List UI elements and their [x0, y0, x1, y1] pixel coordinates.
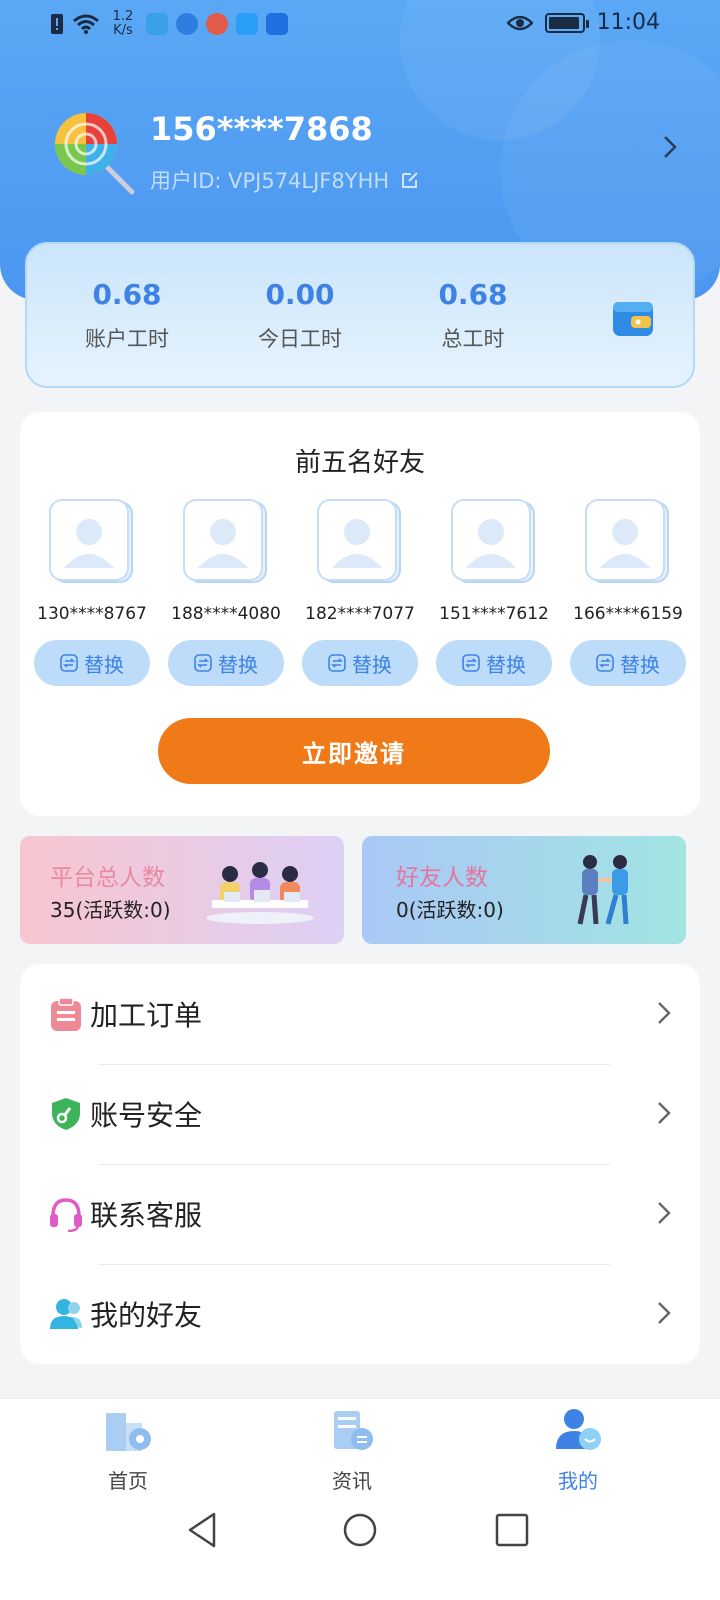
chevron-right-icon — [658, 1102, 671, 1124]
menu-label: 我的好友 — [90, 1299, 203, 1332]
stats-card: 0.68 账户工时 0.00 今日工时 0.68 总工时 — [25, 242, 695, 388]
news-icon — [334, 1411, 373, 1450]
wallet-icon[interactable] — [611, 298, 655, 338]
system-navigation-bar — [0, 1490, 720, 1600]
friends-count-title: 好友人数 — [396, 865, 488, 891]
book-app-icon — [146, 13, 168, 35]
chevron-right-icon — [658, 1202, 671, 1224]
back-icon[interactable] — [184, 1510, 224, 1550]
friends-count-card[interactable]: 好友人数 0(活跃数:0) — [362, 836, 686, 944]
radio-app-icon — [206, 13, 228, 35]
tab-mine[interactable]: 我的 — [518, 1405, 638, 1494]
menu-item-my-friends[interactable]: 我的好友 — [20, 1264, 700, 1364]
users-icon — [50, 1299, 82, 1329]
replace-button[interactable]: 替换 — [436, 640, 552, 686]
replace-button[interactable]: 替换 — [168, 640, 284, 686]
default-avatar-icon[interactable] — [450, 498, 538, 586]
menu-list: 加工订单 账号安全 联系客服 我的好友 — [20, 964, 700, 1364]
friend-slot: 130****8767 替换 — [24, 498, 160, 686]
stat-today-hours: 0.00 今日工时 — [258, 278, 342, 351]
friend-slot: 182****7077 替换 — [292, 498, 428, 686]
alert-icon — [51, 14, 63, 34]
section-title: 前五名好友 — [294, 448, 425, 478]
menu-label: 账号安全 — [90, 1099, 203, 1132]
stat-account-hours: 0.68 账户工时 — [85, 278, 169, 351]
replace-button[interactable]: 替换 — [570, 640, 686, 686]
bottom-nav: 首页 资讯 我的 — [0, 1398, 720, 1493]
friends-count-value: 0(活跃数:0) — [396, 898, 504, 922]
clock: 11:04 — [596, 10, 660, 35]
shield-icon — [52, 1098, 80, 1130]
replace-button[interactable]: 替换 — [302, 640, 418, 686]
handshake-illustration — [577, 855, 629, 925]
home-button-icon[interactable] — [340, 1510, 380, 1550]
menu-label: 联系客服 — [90, 1199, 203, 1232]
menu-label: 加工订单 — [90, 999, 203, 1032]
user-phone: 156****7868 — [150, 110, 373, 148]
stat-total-hours: 0.68 总工时 — [438, 278, 508, 351]
eye-icon — [506, 15, 533, 30]
friend-slot: 188****4080 替换 — [158, 498, 294, 686]
search-app-icon — [236, 13, 258, 35]
friend-phone: 188****4080 — [171, 604, 281, 624]
friend-phone: 130****8767 — [37, 604, 147, 624]
friend-slot: 151****7612 替换 — [426, 498, 562, 686]
swap-icon — [596, 654, 614, 672]
status-bar: 1.2 K/s 11:04 — [0, 0, 720, 48]
friend-phone: 166****6159 — [573, 604, 683, 624]
team-illustration — [206, 862, 314, 924]
user-id-row: 用户ID: VPJ574LJF8YHH — [150, 165, 419, 195]
headset-icon — [50, 1198, 82, 1232]
platform-count-value: 35(活跃数:0) — [50, 898, 171, 922]
browser-app-icon — [176, 13, 198, 35]
replace-button[interactable]: 替换 — [34, 640, 150, 686]
default-avatar-icon[interactable] — [182, 498, 270, 586]
clipboard-icon — [51, 997, 81, 1031]
menu-item-support[interactable]: 联系客服 — [20, 1164, 700, 1264]
default-avatar-icon[interactable] — [48, 498, 136, 586]
tab-home[interactable]: 首页 — [68, 1405, 188, 1494]
swap-icon — [194, 654, 212, 672]
default-avatar-icon[interactable] — [316, 498, 404, 586]
menu-item-security[interactable]: 账号安全 — [20, 1064, 700, 1164]
tab-news[interactable]: 资讯 — [292, 1405, 412, 1494]
menu-item-orders[interactable]: 加工订单 — [20, 964, 700, 1064]
wifi-icon — [73, 14, 99, 34]
profile-icon — [556, 1409, 601, 1450]
swap-icon — [462, 654, 480, 672]
swap-icon — [60, 654, 78, 672]
home-icon — [106, 1413, 151, 1451]
user-id: 用户ID: VPJ574LJF8YHH — [150, 169, 390, 193]
chevron-right-icon[interactable] — [660, 132, 680, 162]
network-speed: 1.2 K/s — [112, 9, 134, 38]
bulb-app-icon — [266, 13, 288, 35]
chevron-right-icon — [658, 1002, 671, 1024]
friend-slot: 166****6159 替换 — [560, 498, 696, 686]
default-avatar-icon[interactable] — [584, 498, 672, 586]
swap-icon — [328, 654, 346, 672]
battery-icon — [544, 12, 589, 33]
invite-button[interactable]: 立即邀请 — [158, 718, 550, 784]
platform-count-title: 平台总人数 — [50, 865, 165, 891]
friend-phone: 151****7612 — [439, 604, 549, 624]
edit-icon[interactable] — [401, 171, 419, 189]
friend-phone: 182****7077 — [305, 604, 415, 624]
top-friends-card: 前五名好友 130****8767 替换 188****4080 替换 182*… — [20, 412, 700, 816]
avatar[interactable] — [52, 110, 138, 196]
chevron-right-icon — [658, 1302, 671, 1324]
recents-icon[interactable] — [492, 1510, 532, 1550]
platform-count-card[interactable]: 平台总人数 35(活跃数:0) — [20, 836, 344, 944]
